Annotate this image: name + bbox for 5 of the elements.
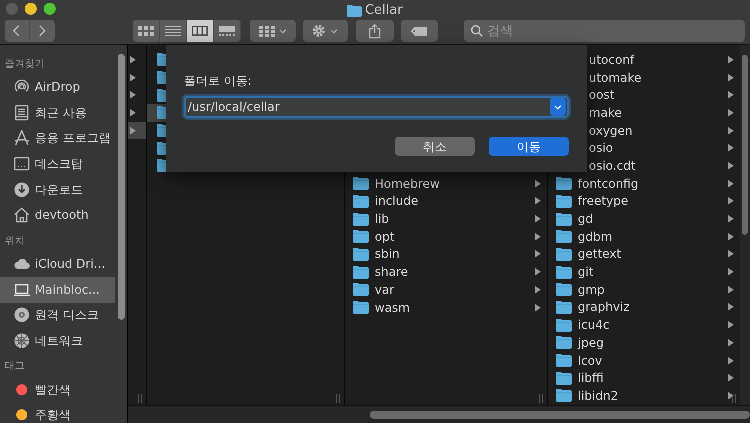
section-header: 즐겨찾기 <box>4 58 46 72</box>
section-header: 태그 <box>4 360 26 374</box>
section-header: 위치 <box>4 234 26 249</box>
window-title: Cellar <box>365 2 403 20</box>
dialog-label: 폴더로 이동: <box>184 73 253 90</box>
